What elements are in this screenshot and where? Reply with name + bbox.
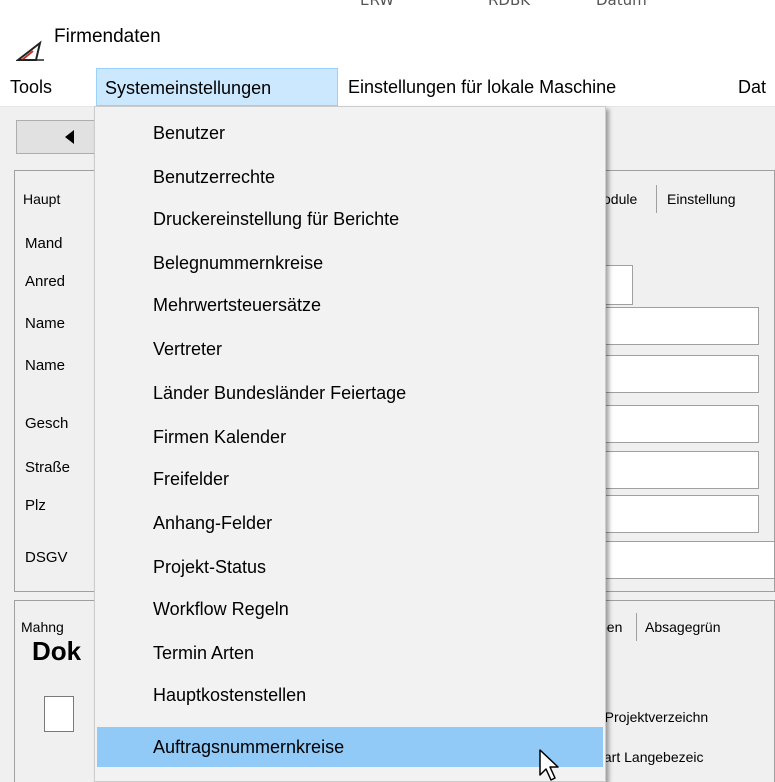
triangle-left-icon: [65, 130, 74, 144]
label-geschaeftsfuehrer: Gesch: [25, 415, 69, 432]
mouse-cursor-icon: [539, 749, 559, 781]
menu-item-workflow-regeln[interactable]: Workflow Regeln: [97, 589, 603, 629]
menu-dat[interactable]: Dat: [730, 68, 774, 106]
label-dsgvo: DSGV: [25, 549, 68, 566]
menu-item-auftragsnummernkreise[interactable]: Auftragsnummernkreise: [97, 727, 603, 767]
menu-einstellungen-lokale-maschine[interactable]: Einstellungen für lokale Maschine: [340, 68, 624, 106]
label-strasse: Straße: [25, 459, 71, 476]
label-mandant: Mand: [25, 235, 63, 252]
menu-bar: Tools Systemeinstellungen Einstellungen …: [0, 68, 775, 107]
background-text: ERW: [360, 0, 395, 9]
menu-item-firmen-kalender[interactable]: Firmen Kalender: [97, 417, 603, 457]
back-button[interactable]: [16, 120, 98, 154]
tab-einstellungen[interactable]: Einstellung: [663, 185, 775, 213]
menu-item-mehrwertsteuersaetze[interactable]: Mehrwertsteuersätze: [97, 285, 603, 325]
menu-item-benutzer[interactable]: Benutzer: [97, 113, 603, 153]
label-anrede: Anred: [25, 273, 66, 290]
menu-item-belegnummernkreise[interactable]: Belegnummernkreise: [97, 243, 603, 283]
background-text: RDBK: [488, 0, 531, 9]
background-text: Datum: [596, 0, 647, 9]
menu-item-anhang-felder[interactable]: Anhang-Felder: [97, 503, 603, 543]
label-name2: Name: [25, 357, 66, 374]
background-window-strip: ERW RDBK Datum: [0, 0, 775, 12]
systemeinstellungen-dropdown: Benutzer Benutzerrechte Druckereinstellu…: [94, 106, 606, 782]
app-logo-icon: [16, 40, 44, 61]
projektverzeichnis-label: e Projektverzeichn: [593, 709, 709, 725]
menu-item-projekt-status[interactable]: Projekt-Status: [97, 547, 603, 587]
menu-item-hauptkostenstellen[interactable]: Hauptkostenstellen: [97, 675, 603, 715]
checkbox[interactable]: [44, 696, 74, 732]
tab-module[interactable]: odule: [599, 185, 657, 213]
langebezeichnung-label: ktart Langebezeic: [593, 749, 704, 765]
menu-tools[interactable]: Tools: [2, 68, 60, 106]
window-title: Firmendaten: [54, 26, 161, 47]
tab-absagegruende[interactable]: Absagegrün: [641, 613, 775, 641]
menu-systemeinstellungen[interactable]: Systemeinstellungen: [96, 68, 338, 106]
tab-haupt[interactable]: Haupt: [19, 185, 97, 213]
menu-item-benutzerrechte[interactable]: Benutzerrechte: [97, 157, 603, 197]
label-plz: Plz: [25, 497, 46, 514]
dokument-heading: Dok: [32, 636, 82, 666]
title-bar: Firmendaten: [0, 12, 775, 68]
menu-item-termin-arten[interactable]: Termin Arten: [97, 633, 603, 673]
menu-item-laender-feiertage[interactable]: Länder Bundesländer Feiertage: [97, 373, 603, 413]
menu-item-freifelder[interactable]: Freifelder: [97, 459, 603, 499]
label-name1: Name: [25, 315, 66, 332]
menu-item-druckereinstellung[interactable]: Druckereinstellung für Berichte: [97, 199, 603, 239]
menu-item-vertreter[interactable]: Vertreter: [97, 329, 603, 369]
